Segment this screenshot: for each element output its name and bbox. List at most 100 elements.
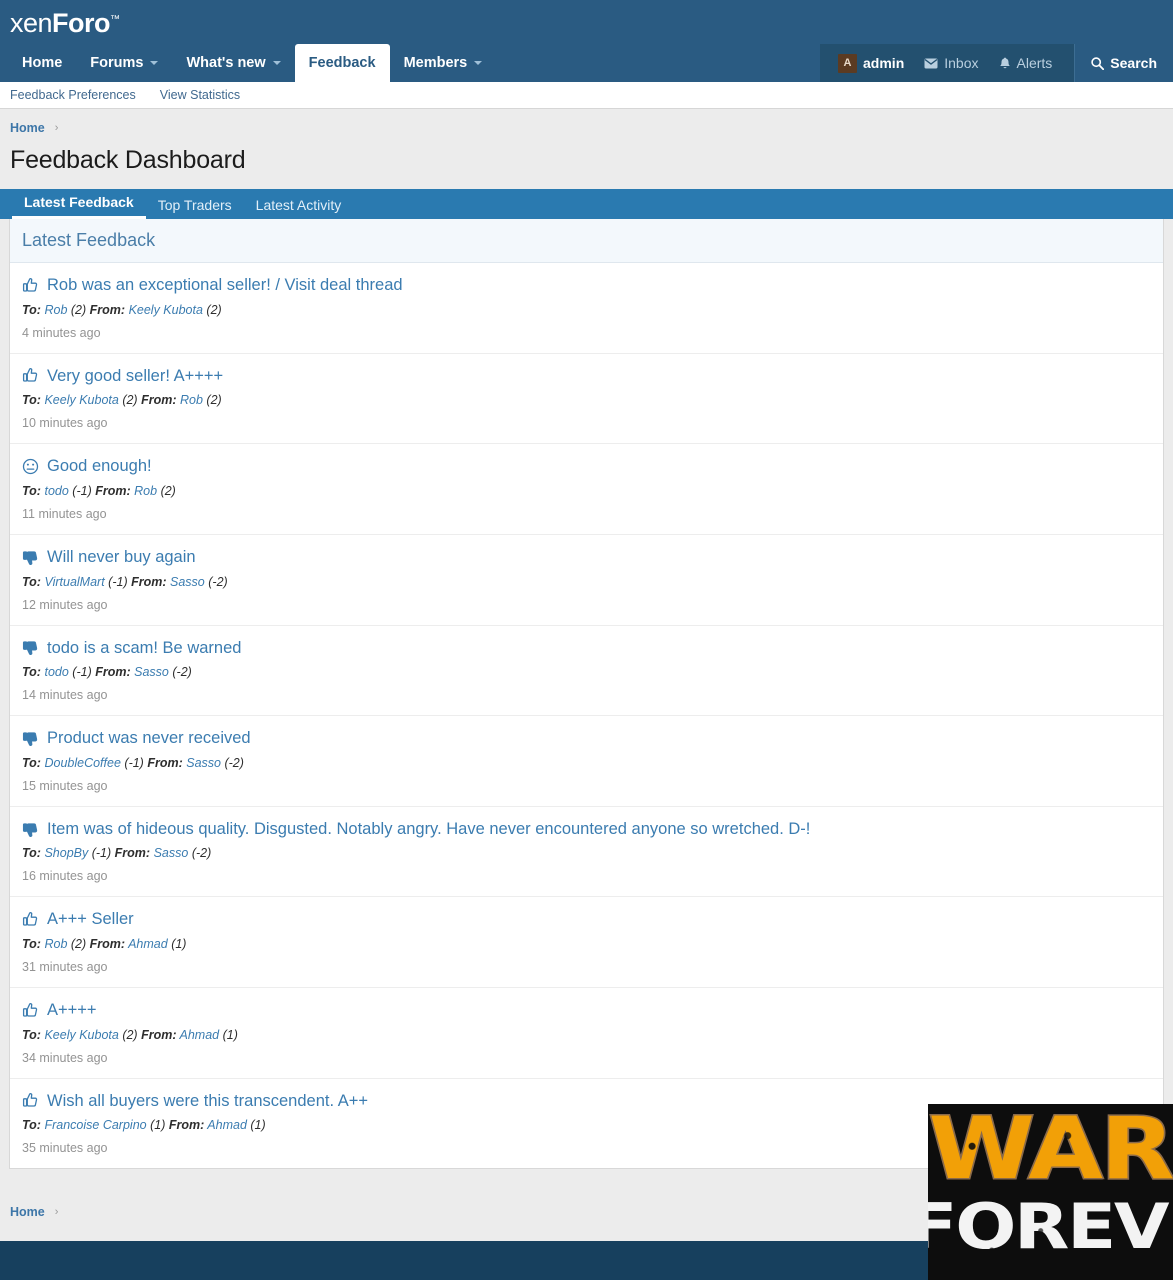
- inbox-button[interactable]: Inbox: [914, 55, 988, 71]
- breadcrumb-separator: ›: [54, 122, 59, 134]
- username-label: admin: [863, 55, 905, 71]
- from-user-link[interactable]: Sasso: [186, 756, 221, 770]
- feedback-meta: To: Keely Kubota (2) From: Rob (2): [22, 393, 1151, 407]
- thumbs-down-icon: [22, 549, 39, 566]
- from-label: From:: [89, 302, 126, 317]
- from-score: (-2): [208, 574, 228, 589]
- to-user-link[interactable]: todo: [44, 484, 68, 498]
- feedback-row: Will never buy again To: VirtualMart (-1)…: [10, 535, 1163, 626]
- alerts-button[interactable]: Alerts: [989, 55, 1063, 71]
- nav-item-feedback[interactable]: Feedback: [294, 44, 390, 82]
- from-user-link[interactable]: Ahmad: [180, 1028, 220, 1042]
- feedback-title-link[interactable]: Product was never received: [47, 728, 251, 749]
- feedback-row: Rob was an exceptional seller! / Visit d…: [10, 263, 1163, 354]
- feedback-meta: To: ShopBy (-1) From: Sasso (-2): [22, 846, 1151, 860]
- from-user-link[interactable]: Rob: [134, 484, 157, 498]
- to-user-link[interactable]: VirtualMart: [44, 575, 104, 589]
- inbox-label: Inbox: [944, 55, 979, 71]
- feedback-title-link[interactable]: Very good seller! A++++: [47, 366, 223, 387]
- feedback-row: A++++ To: Keely Kubota (2) From: Ahmad (1…: [10, 988, 1163, 1079]
- subnav-item-feedback-preferences[interactable]: Feedback Preferences: [10, 88, 136, 102]
- feedback-meta: To: DoubleCoffee (-1) From: Sasso (-2): [22, 756, 1151, 770]
- war-forever-overlay-image: WAR FOREVER: [928, 1104, 1173, 1280]
- to-label: To:: [22, 755, 41, 770]
- feedback-title-link[interactable]: Good enough!: [47, 456, 152, 477]
- block-header: Latest Feedback: [10, 219, 1163, 263]
- chevron-down-icon: [150, 61, 159, 65]
- feedback-title-link[interactable]: A++++: [47, 1000, 97, 1021]
- neutral-face-icon: [22, 458, 39, 475]
- tab-latest-feedback[interactable]: Latest Feedback: [12, 194, 146, 219]
- feedback-title-link[interactable]: todo is a scam! Be warned: [47, 638, 241, 659]
- envelope-icon: [924, 58, 938, 69]
- feedback-timestamp: 11 minutes ago: [22, 506, 107, 521]
- breadcrumb-home-link[interactable]: Home: [10, 1205, 45, 1219]
- from-label: From:: [89, 937, 126, 951]
- nav-item-members[interactable]: Members: [390, 44, 497, 82]
- nav-item-home[interactable]: Home: [8, 44, 76, 82]
- breadcrumb-home-link[interactable]: Home: [10, 121, 45, 135]
- avatar: A: [838, 53, 858, 73]
- from-user-link[interactable]: Sasso: [134, 665, 169, 679]
- nav-item-whats-new[interactable]: What's new: [172, 44, 294, 82]
- feedback-title: todo is a scam! Be warned: [22, 638, 1151, 659]
- feedback-timestamp: 12 minutes ago: [22, 597, 108, 612]
- from-label: From:: [147, 755, 183, 770]
- from-label: From:: [141, 393, 177, 408]
- from-score: (-2): [172, 665, 192, 680]
- to-user-link[interactable]: Rob: [44, 303, 67, 317]
- search-button[interactable]: Search: [1074, 44, 1173, 82]
- feedback-title-link[interactable]: A+++ Seller: [47, 909, 134, 930]
- feedback-title-link[interactable]: Wish all buyers were this transcendent. …: [47, 1091, 368, 1112]
- from-user-link[interactable]: Keely Kubota: [129, 303, 203, 317]
- from-score: (-2): [224, 755, 244, 770]
- from-score: (2): [206, 302, 222, 317]
- feedback-title-link[interactable]: Will never buy again: [47, 547, 196, 568]
- to-user-link[interactable]: DoubleCoffee: [44, 756, 120, 770]
- feedback-title: A++++: [22, 1000, 1151, 1021]
- from-label: From:: [114, 846, 151, 861]
- to-user-link[interactable]: todo: [44, 665, 68, 679]
- tab-latest-activity[interactable]: Latest Activity: [244, 197, 354, 219]
- search-label: Search: [1110, 55, 1157, 71]
- to-score: (-1): [91, 846, 112, 861]
- to-user-link[interactable]: Keely Kubota: [44, 393, 118, 407]
- from-score: (2): [206, 393, 222, 408]
- nav-item-label: Forums: [90, 55, 144, 71]
- thumbs-down-icon: [22, 730, 39, 747]
- search-icon: [1091, 56, 1105, 70]
- to-label: To:: [22, 937, 41, 951]
- feedback-title-link[interactable]: Rob was an exceptional seller! / Visit d…: [47, 275, 403, 296]
- from-label: From:: [141, 1027, 177, 1042]
- subnav-item-view-statistics[interactable]: View Statistics: [160, 88, 240, 102]
- feedback-row: Item was of hideous quality. Disgusted. …: [10, 807, 1163, 898]
- to-user-link[interactable]: Rob: [44, 937, 67, 951]
- chevron-down-icon: [474, 61, 483, 65]
- feedback-meta: To: todo (-1) From: Sasso (-2): [22, 665, 1151, 679]
- from-user-link[interactable]: Sasso: [154, 846, 189, 860]
- to-label: To:: [22, 302, 41, 317]
- from-user-link[interactable]: Ahmad: [128, 937, 168, 951]
- nav-items: Home Forums What's new Feedback Members: [0, 44, 496, 82]
- to-user-link[interactable]: Francoise Carpino: [44, 1118, 146, 1132]
- account-menu-button[interactable]: A admin: [828, 53, 914, 73]
- feedback-meta: To: VirtualMart (-1) From: Sasso (-2): [22, 575, 1151, 589]
- breadcrumb-top: Home ›: [0, 109, 1173, 135]
- logo-trademark: ™: [110, 14, 120, 25]
- to-score: (-1): [108, 574, 128, 589]
- from-user-link[interactable]: Sasso: [170, 575, 205, 589]
- feedback-meta: To: Keely Kubota (2) From: Ahmad (1): [22, 1028, 1151, 1042]
- thumbs-down-icon: [22, 821, 39, 838]
- nav-item-forums[interactable]: Forums: [76, 44, 172, 82]
- thumbs-up-icon: [22, 277, 39, 294]
- feedback-timestamp: 4 minutes ago: [22, 325, 101, 340]
- feedback-title-link[interactable]: Item was of hideous quality. Disgusted. …: [47, 819, 810, 840]
- to-user-link[interactable]: Keely Kubota: [44, 1028, 118, 1042]
- to-user-link[interactable]: ShopBy: [44, 846, 88, 860]
- from-user-link[interactable]: Ahmad: [207, 1118, 247, 1132]
- site-logo[interactable]: xenForo™: [10, 8, 120, 39]
- thumbs-up-icon: [22, 1092, 39, 1109]
- to-label: To:: [22, 393, 41, 408]
- tab-top-traders[interactable]: Top Traders: [146, 197, 244, 219]
- from-user-link[interactable]: Rob: [180, 393, 203, 407]
